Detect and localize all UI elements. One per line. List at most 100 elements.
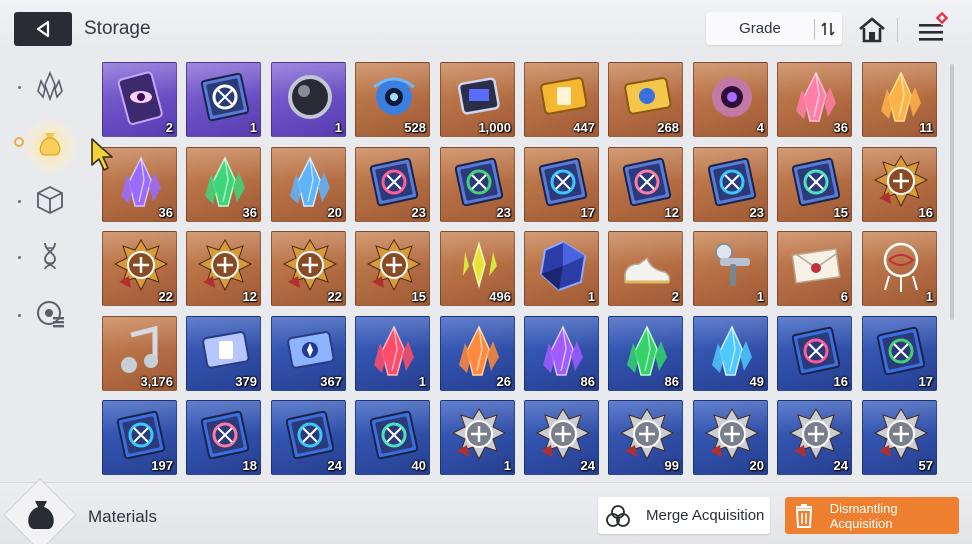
cube-category-icon[interactable] [28,178,72,222]
item-slot[interactable]: 1,000 [440,62,515,137]
item-slot[interactable]: 2 [608,231,683,306]
silver-emblem-cross-icon [451,408,507,461]
item-count: 40 [411,458,426,473]
item-count: 2 [671,289,679,304]
item-slot[interactable]: 1 [862,231,937,306]
item-slot[interactable]: 26 [440,316,515,391]
item-slot[interactable]: 4 [693,62,768,137]
menu-button[interactable] [914,10,950,46]
item-slot[interactable]: 86 [608,316,683,391]
item-slot[interactable]: 57 [862,400,937,475]
blue-book-flower-icon [369,410,419,460]
item-slot[interactable]: 49 [693,316,768,391]
item-count: 86 [580,374,595,389]
item-slot[interactable]: 3,176 [102,316,177,391]
home-button[interactable] [856,14,888,46]
item-slot[interactable]: 447 [524,62,599,137]
grade-sort-label[interactable]: Grade [706,20,814,37]
merge-acquisition-button[interactable]: Merge Acquisition [598,497,770,534]
item-count: 197 [151,458,173,473]
item-slot[interactable]: 20 [693,400,768,475]
item-slot[interactable]: 15 [777,147,852,222]
item-count: 15 [833,205,848,220]
item-slot[interactable]: 12 [608,147,683,222]
item-slot[interactable]: 6 [777,231,852,306]
pointer-cursor-icon [91,138,113,171]
item-count: 36 [158,205,173,220]
nav-dot [18,200,21,203]
item-slot[interactable]: 12 [186,231,261,306]
item-slot[interactable]: 268 [608,62,683,137]
item-slot[interactable]: 197 [102,400,177,475]
dismantling-acquisition-button[interactable]: Dismantling Acquisition [785,497,959,534]
item-slot[interactable]: 18 [186,400,261,475]
home-icon [859,17,885,43]
item-slot[interactable]: 22 [102,231,177,306]
spray-gun-icon [715,243,750,286]
category-label: Materials [88,507,157,526]
item-slot[interactable]: 1 [271,62,346,137]
item-slot[interactable]: 22 [271,231,346,306]
item-count: 23 [496,205,511,220]
item-slot[interactable]: 24 [777,400,852,475]
item-slot[interactable]: 379 [186,316,261,391]
disk-category-icon[interactable] [28,292,72,336]
dismantling-acquisition-label: Dismantling Acquisition [829,500,898,531]
bottom-bar: Materials Merge Acquisition Dismantling … [0,478,972,544]
item-slot[interactable]: 99 [608,400,683,475]
item-slot[interactable]: 23 [693,147,768,222]
nav-dot [18,256,21,259]
item-slot[interactable]: 15 [355,231,430,306]
item-count: 268 [657,120,679,135]
item-slot[interactable]: 24 [524,400,599,475]
item-slot[interactable]: 16 [777,316,852,391]
music-note-icon [121,325,158,373]
item-slot[interactable]: 1 [186,62,261,137]
item-count: 24 [327,458,342,473]
item-count: 99 [664,458,679,473]
item-slot[interactable]: 17 [524,147,599,222]
inventory-grid: 2 1 1 528 1,000 447 268 4 36 11 36 36 20… [102,62,942,478]
item-slot[interactable]: 40 [355,400,430,475]
back-button[interactable] [14,12,72,46]
item-slot[interactable]: 1 [524,231,599,306]
silver-emblem-shield-icon [535,408,591,461]
grade-sort-control[interactable]: Grade [706,12,842,45]
book-eye-icon [538,157,588,207]
dna-category-icon[interactable] [28,234,72,278]
item-slot[interactable]: 23 [355,147,430,222]
pouch-icon [28,501,54,529]
shard-cyan-icon [712,325,752,376]
pouch-category-icon[interactable] [28,120,72,164]
item-count: 1 [587,289,595,304]
item-slot[interactable]: 23 [440,147,515,222]
sort-order-icon[interactable] [815,21,841,37]
item-slot[interactable]: 11 [862,62,937,137]
winged-book-icon [200,72,250,122]
item-slot[interactable]: 24 [271,400,346,475]
item-slot[interactable]: 367 [271,316,346,391]
item-slot[interactable]: 20 [271,147,346,222]
item-slot[interactable]: 36 [777,62,852,137]
item-slot[interactable]: 1 [440,400,515,475]
item-slot[interactable]: 16 [862,147,937,222]
item-slot[interactable]: 17 [862,316,937,391]
blue-book-bolt-icon [285,410,335,460]
item-slot[interactable]: 2 [102,62,177,137]
item-count: 3,176 [140,374,173,389]
silver-emblem-bolt-icon [788,408,844,461]
item-count: 49 [749,374,764,389]
item-slot[interactable]: 496 [440,231,515,306]
item-slot[interactable]: 1 [693,231,768,306]
item-count: 16 [918,205,933,220]
item-slot[interactable]: 1 [355,316,430,391]
item-count: 18 [242,458,257,473]
item-count: 24 [833,458,848,473]
item-slot[interactable]: 528 [355,62,430,137]
item-slot[interactable]: 86 [524,316,599,391]
grid-scrollbar[interactable] [950,64,954,320]
hamburger-menu-icon [919,10,950,41]
crystal-category-icon[interactable] [28,64,72,108]
item-count: 1 [503,458,511,473]
item-slot[interactable]: 36 [186,147,261,222]
